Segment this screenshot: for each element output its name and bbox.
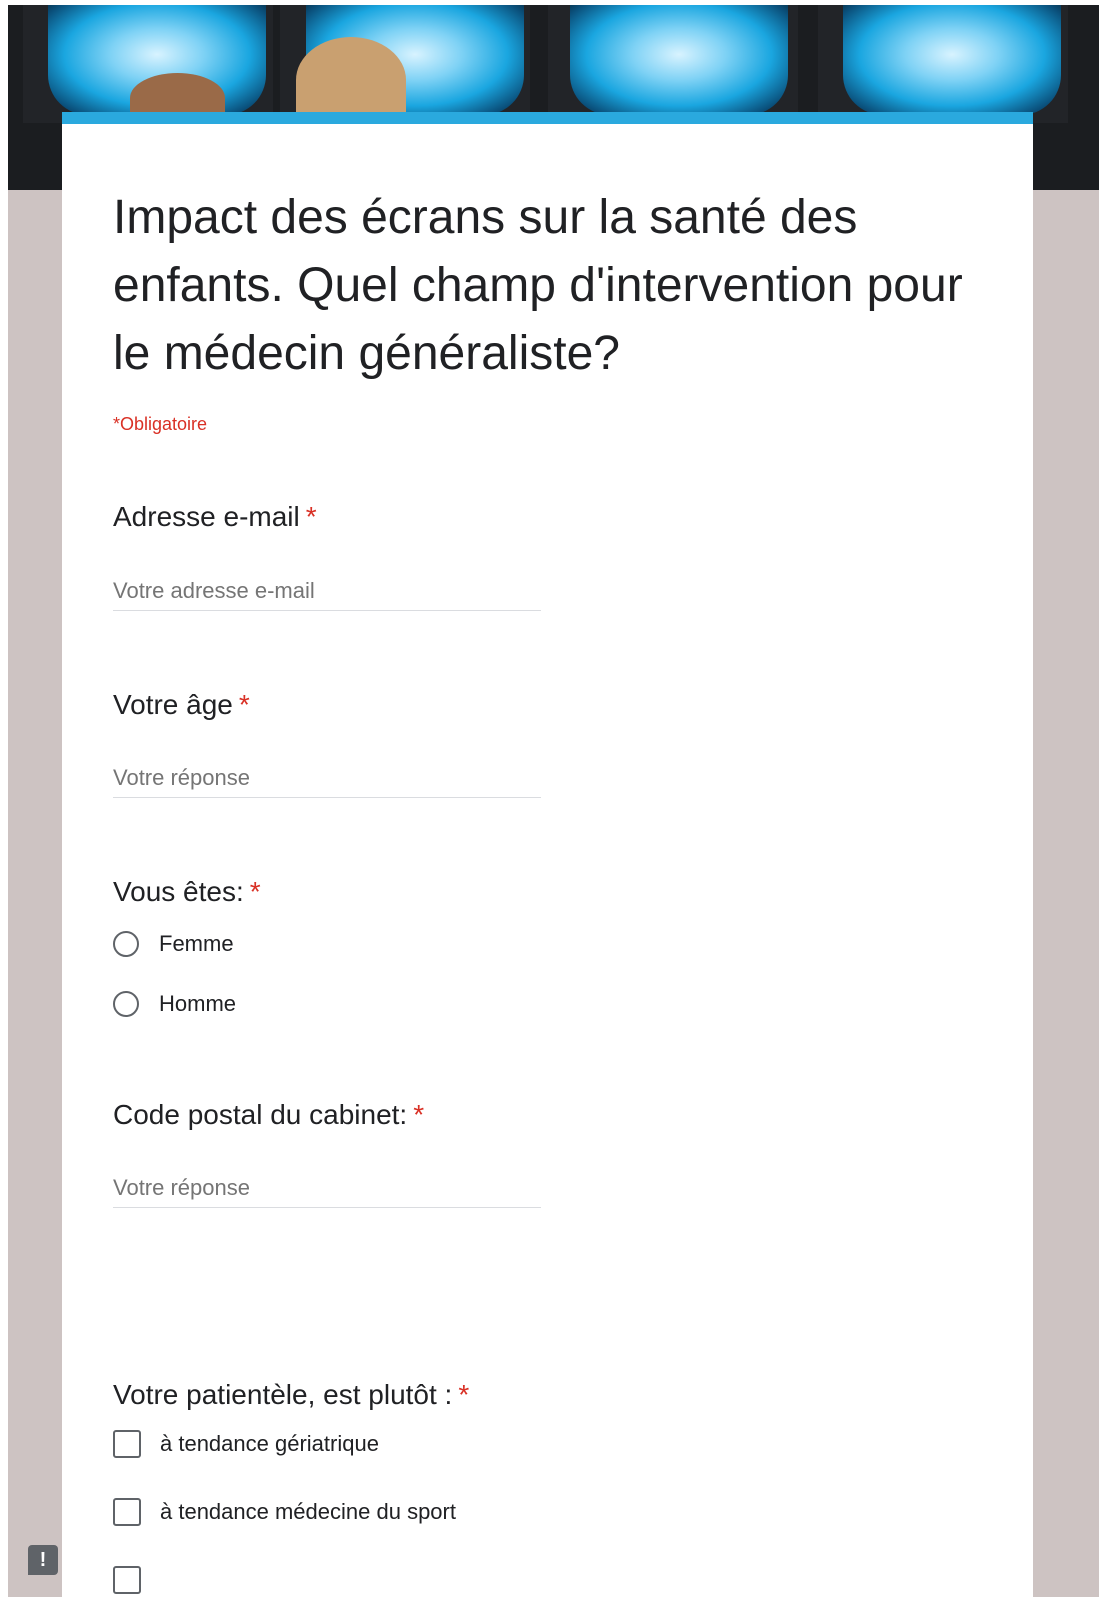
radio-button[interactable] [113, 931, 139, 957]
postal-code-question-text: Code postal du cabinet: [113, 1099, 408, 1130]
option-label: à tendance gériatrique [160, 1431, 379, 1456]
age-input[interactable] [113, 759, 541, 798]
form-card: Impact des écrans sur la santé des enfan… [62, 112, 1033, 1597]
patients-question-label: Votre patientèle, est plutôt : * [113, 1379, 469, 1411]
gender-question-text: Vous êtes: [113, 876, 244, 907]
gender-question-label: Vous êtes: * [113, 876, 261, 908]
required-asterisk: * [458, 1379, 470, 1410]
age-question-label: Votre âge * [113, 689, 250, 721]
required-note: *Obligatoire [113, 414, 208, 434]
checkbox[interactable] [113, 1498, 141, 1526]
email-input[interactable] [113, 572, 541, 611]
email-question-label: Adresse e-mail * [113, 501, 317, 533]
gender-option-homme[interactable]: Homme [113, 991, 236, 1017]
form-title: Impact des écrans sur la santé des enfan… [113, 191, 963, 380]
patients-option-geriatrique[interactable]: à tendance gériatrique [113, 1430, 379, 1458]
child-head-2 [296, 37, 406, 123]
postal-code-input[interactable] [113, 1169, 541, 1208]
screen-3 [570, 5, 788, 115]
required-asterisk: * [413, 1099, 425, 1130]
patients-question-text: Votre patientèle, est plutôt : [113, 1379, 453, 1410]
screen-4 [843, 5, 1061, 115]
radio-button[interactable] [113, 991, 139, 1017]
required-asterisk: * [249, 876, 261, 907]
email-question-text: Adresse e-mail [113, 501, 300, 532]
patients-option-partial[interactable] [113, 1566, 160, 1594]
patients-option-sport[interactable]: à tendance médecine du sport [113, 1498, 456, 1526]
gender-option-femme[interactable]: Femme [113, 931, 234, 957]
required-asterisk: * [305, 501, 317, 532]
option-label: Homme [159, 991, 237, 1016]
option-label: Femme [159, 931, 234, 956]
option-label: à tendance médecine du sport [160, 1499, 456, 1524]
required-asterisk: * [238, 689, 250, 720]
postal-code-question-label: Code postal du cabinet: * [113, 1099, 424, 1131]
age-question-text: Votre âge [113, 689, 233, 720]
feedback-icon[interactable]: ! [28, 1545, 58, 1575]
checkbox[interactable] [113, 1566, 141, 1594]
checkbox[interactable] [113, 1430, 141, 1458]
